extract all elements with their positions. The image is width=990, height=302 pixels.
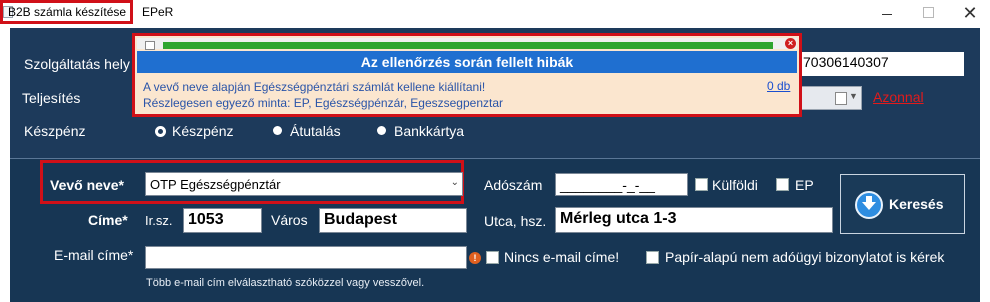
street-label: Utca, hsz.: [484, 213, 547, 229]
service-field[interactable]: 70306140307: [797, 52, 964, 76]
payment-option-cash: Készpénz: [172, 123, 234, 139]
buyer-name-value: OTP Egészségpénztár: [150, 177, 281, 192]
email-input[interactable]: [145, 246, 467, 269]
date-picker[interactable]: ▼: [800, 86, 862, 110]
zip-field[interactable]: 1053: [183, 208, 262, 233]
chevron-down-icon: ⌄: [450, 177, 459, 188]
popup-message-line2: Részlegesen egyező minta: EP, Egészségpé…: [143, 96, 503, 110]
popup-header: Az ellenőrzés során fellelt hibák: [137, 51, 797, 73]
popup-progress-fill: [163, 42, 773, 49]
street-field[interactable]: Mérleg utca 1-3: [555, 207, 833, 233]
ep-checkbox[interactable]: [776, 178, 789, 191]
no-email-label: Nincs e-mail címe!: [504, 249, 620, 265]
paper-document-checkbox[interactable]: [646, 251, 659, 264]
payment-radio-cash[interactable]: [155, 126, 166, 137]
ep-label: EP: [795, 177, 814, 193]
maximize-button[interactable]: [918, 3, 938, 23]
payment-label: Készpénz: [24, 123, 86, 139]
search-button[interactable]: Keresés: [840, 174, 965, 234]
city-label: Város: [271, 212, 308, 228]
window-title: B2B számla készítése: [8, 5, 127, 19]
tax-number-field[interactable]: ________-_-__: [555, 173, 688, 196]
foreign-checkbox[interactable]: [695, 178, 708, 191]
fulfillment-label: Teljesítés: [22, 90, 81, 106]
buyer-name-label: Vevő neve*: [50, 177, 124, 193]
search-button-label: Keresés: [889, 196, 944, 212]
close-button[interactable]: ✕: [960, 3, 980, 23]
popup-close-icon[interactable]: ×: [785, 38, 796, 49]
popup-count-link[interactable]: 0 db: [767, 79, 790, 93]
email-label: E-mail címe*: [54, 247, 134, 263]
buyer-name-select[interactable]: OTP Egészségpénztár ⌄: [145, 172, 463, 196]
window-title-suffix: EPeR: [142, 5, 174, 19]
validation-popup: × Az ellenőrzés során fellelt hibák A ve…: [132, 33, 802, 117]
tax-number-label: Adószám: [484, 177, 543, 193]
immediate-link[interactable]: Azonnal: [873, 89, 924, 105]
window-titlebar: B2B számla készítése EPeR ✕: [0, 0, 990, 26]
city-field[interactable]: Budapest: [319, 208, 467, 233]
calendar-icon: [835, 92, 847, 105]
minimize-icon: [882, 13, 892, 15]
payment-option-card: Bankkártya: [394, 123, 465, 139]
info-icon[interactable]: !: [469, 252, 481, 264]
foreign-label: Külföldi: [712, 177, 758, 193]
maximize-icon: [922, 7, 934, 18]
no-email-checkbox[interactable]: [486, 251, 499, 264]
popup-message-line1: A vevő neve alapján Egészségpénztári szá…: [143, 80, 486, 94]
address-label: Címe*: [88, 212, 128, 228]
payment-option-transfer: Átutalás: [290, 123, 341, 139]
popup-window-icon: [145, 41, 155, 50]
minimize-button[interactable]: [877, 3, 897, 23]
payment-radio-transfer[interactable]: [273, 126, 282, 135]
download-arrow-icon: [855, 191, 883, 219]
popup-progress-bar: [137, 38, 797, 50]
service-label: Szolgáltatás hely: [24, 56, 130, 72]
zip-label: Ir.sz.: [145, 213, 173, 228]
paper-document-label: Papír-alapú nem adóügyi bizonylatot is k…: [665, 249, 945, 265]
payment-radio-card[interactable]: [377, 126, 386, 135]
email-hint: Több e-mail cím elválasztható szóközzel …: [146, 277, 425, 289]
chevron-down-icon: ▼: [849, 91, 858, 101]
